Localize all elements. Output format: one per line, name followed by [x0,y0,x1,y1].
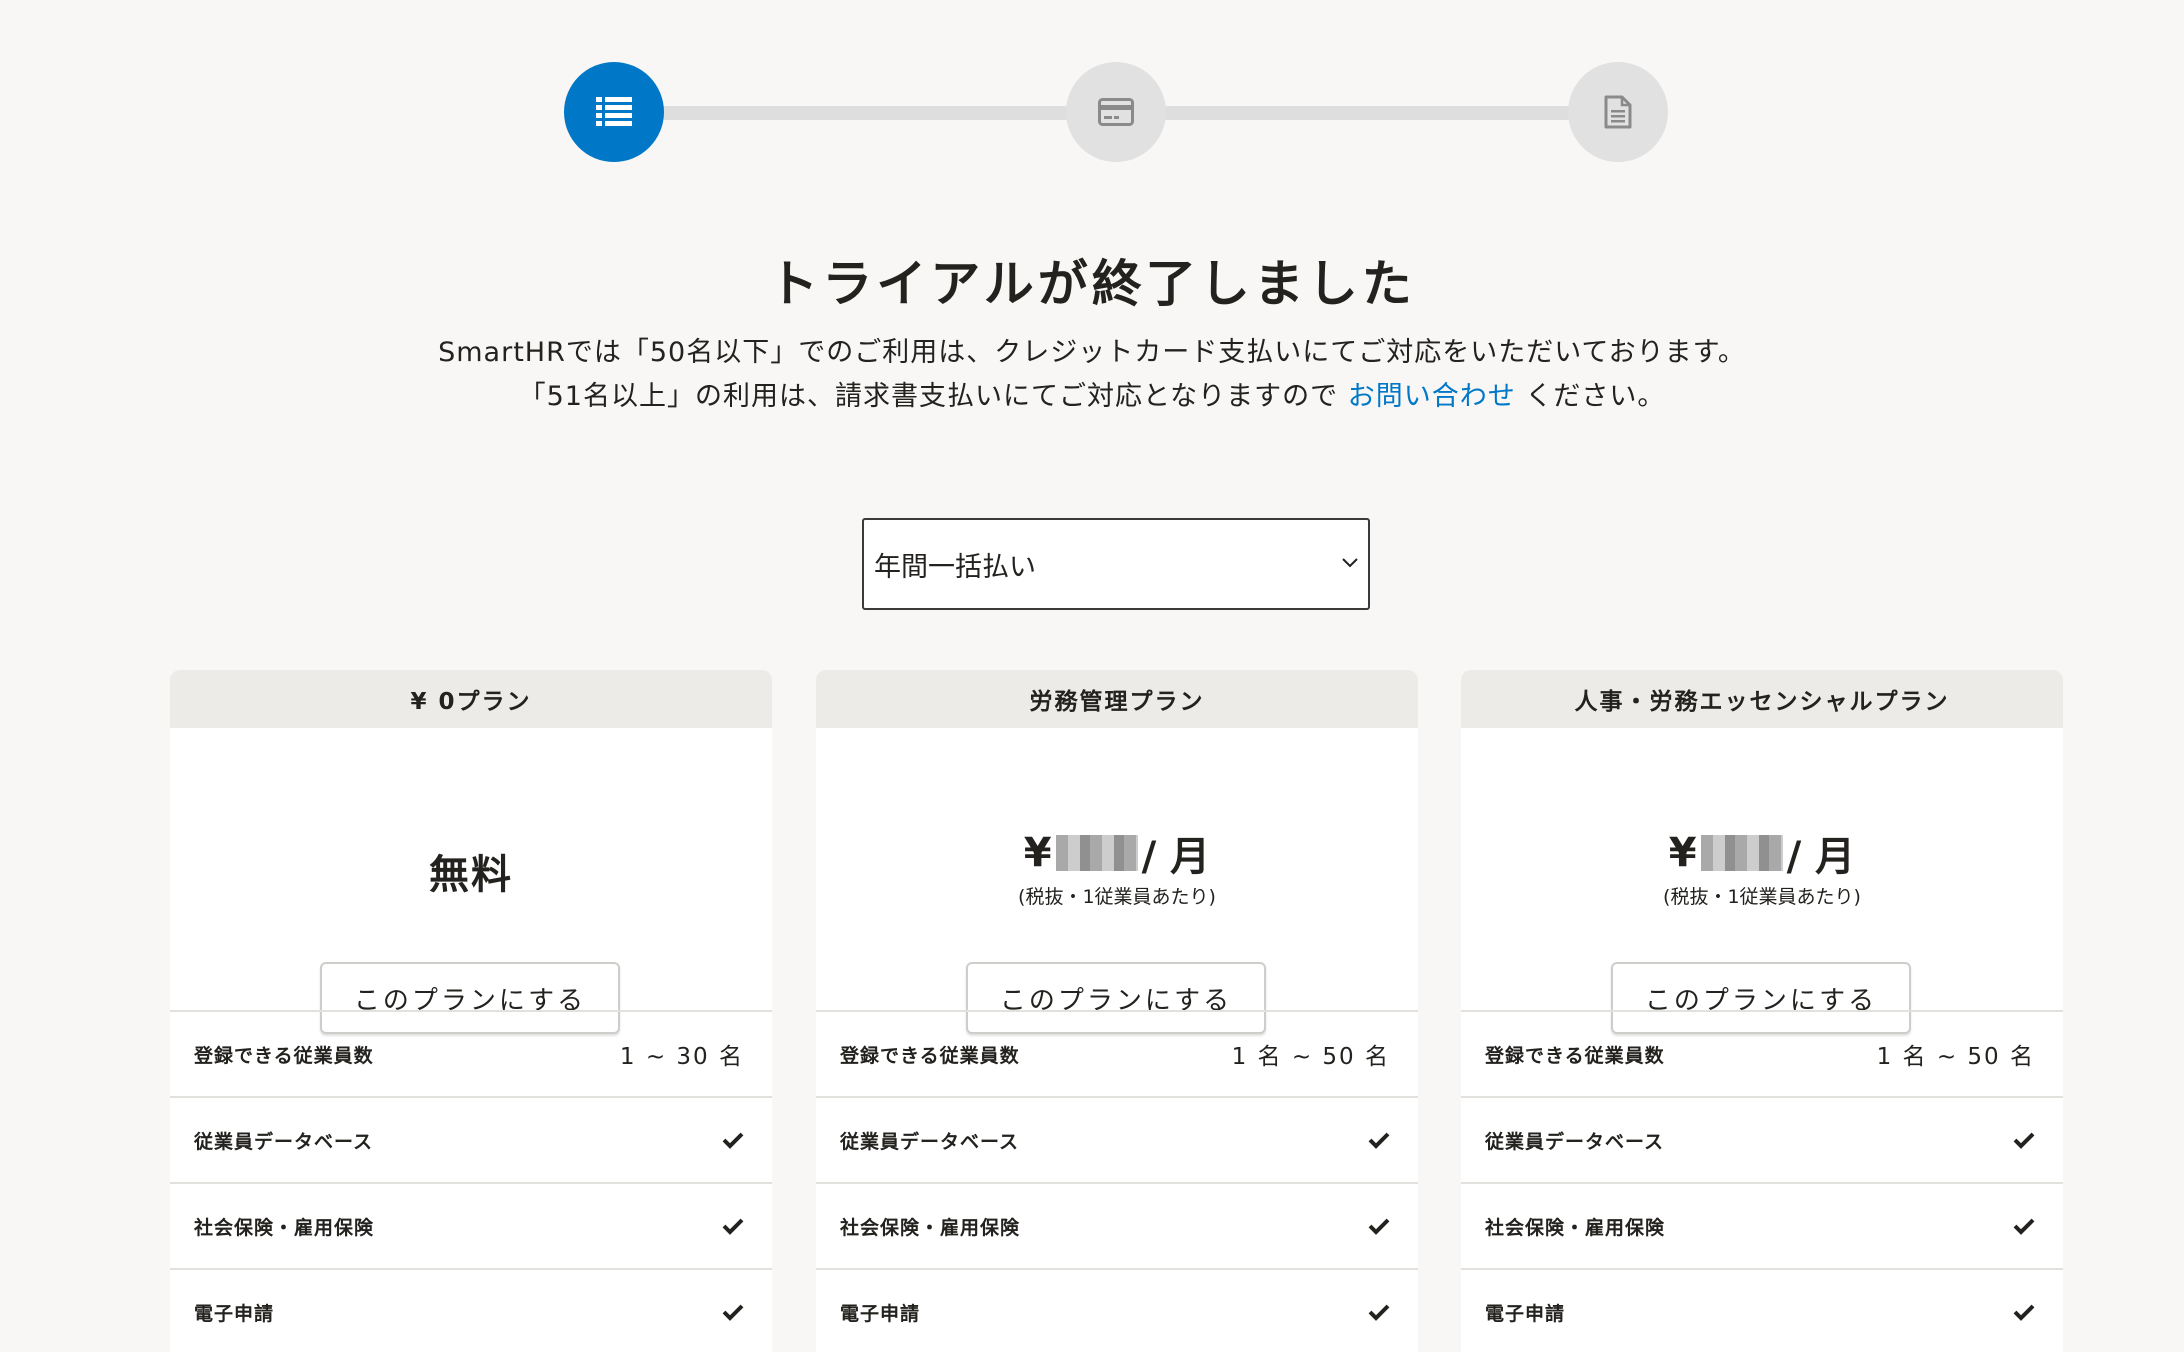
plan-feature-list: 登録できる従業員数 1 ~ 30 名 従業員データベース 社会保険・雇用保険 電… [170,1010,772,1352]
plan-feature-list: 登録できる従業員数 1 名 ~ 50 名 従業員データベース 社会保険・雇用保険… [816,1010,1418,1352]
page-title: トライアルが終了しました [768,255,1416,313]
plan-price: ¥ / 月 [816,824,1418,882]
feature-label: 登録できる従業員数 [1485,1044,1665,1067]
feature-row: 従業員データベース [170,1098,772,1184]
price-note: (税抜・1従業員あたり) [1018,886,1216,908]
check-icon [1368,1304,1390,1321]
price-unit: / 月 [1786,834,1856,880]
contact-link[interactable]: お問い合わせ [1348,381,1516,412]
billing-period-select[interactable]: 年間一括払い [862,518,1370,610]
feature-row: 電子申請 [816,1270,1418,1352]
feature-label: 電子申請 [1485,1302,1566,1325]
feature-row: 電子申請 [1461,1270,2063,1352]
feature-label: 従業員データベース [840,1130,1020,1153]
price-redacted [1055,835,1138,871]
step-payment [1066,62,1166,162]
feature-value: 1 名 ~ 50 名 [1876,1044,2035,1070]
plan-price-area: ¥ / 月 (税抜・1従業員あたり) このプランにする [1461,728,2063,1034]
check-icon [2013,1132,2035,1149]
feature-row: 登録できる従業員数 1 ~ 30 名 [170,1012,772,1098]
feature-row: 社会保険・雇用保険 [1461,1184,2063,1270]
plan-name: 労務管理プラン [816,670,1418,728]
feature-row: 電子申請 [170,1270,772,1352]
description-line-1: SmartHRでは「50名以下」でのご利用は、クレジットカード支払いにてご対応を… [438,337,1746,368]
description-text: 「51名以上」の利用は、請求書支払いにてご対応となりますので [518,381,1339,412]
stepper-connector [1134,106,1570,120]
plan-card-essential: 人事・労務エッセンシャルプラン ¥ / 月 (税抜・1従業員あたり) このプラン… [1461,670,2063,1352]
feature-label: 電子申請 [840,1302,921,1325]
list-icon [596,97,632,126]
check-icon [2013,1304,2035,1321]
plan-card-free: ¥ 0プラン 無料 このプランにする 登録できる従業員数 1 ~ 30 名 従業… [170,670,772,1352]
description-text: ください。 [1525,381,1666,412]
price-redacted [1700,835,1783,871]
stepper-connector [634,106,1070,120]
feature-label: 従業員データベース [194,1130,374,1153]
feature-row: 従業員データベース [816,1098,1418,1184]
feature-value: 1 ~ 30 名 [619,1044,744,1070]
feature-value: 1 名 ~ 50 名 [1231,1044,1390,1070]
step-complete [1568,62,1668,162]
check-icon [722,1132,744,1149]
document-icon [1604,95,1632,129]
feature-label: 登録できる従業員数 [194,1044,374,1067]
plan-card-labor: 労務管理プラン ¥ / 月 (税抜・1従業員あたり) このプランにする 登録でき… [816,670,1418,1352]
feature-label: 登録できる従業員数 [840,1044,1020,1067]
billing-period-value: 年間一括払い [874,551,1036,583]
check-icon [1368,1218,1390,1235]
plan-feature-list: 登録できる従業員数 1 名 ~ 50 名 従業員データベース 社会保険・雇用保険… [1461,1010,2063,1352]
plan-name: 人事・労務エッセンシャルプラン [1461,670,2063,728]
plan-name: ¥ 0プラン [170,670,772,728]
feature-row: 登録できる従業員数 1 名 ~ 50 名 [1461,1012,2063,1098]
check-icon [722,1218,744,1235]
feature-row: 社会保険・雇用保険 [170,1184,772,1270]
feature-label: 電子申請 [194,1302,275,1325]
description-line-2: 「51名以上」の利用は、請求書支払いにてご対応となりますので お問い合わせ くだ… [0,374,2184,413]
plan-price: ¥ / 月 [1461,824,2063,882]
price-currency: ¥ [1023,830,1052,876]
step-plan [564,62,664,162]
feature-row: 社会保険・雇用保険 [816,1184,1418,1270]
plan-price-area: ¥ / 月 (税抜・1従業員あたり) このプランにする [816,728,1418,1034]
feature-label: 社会保険・雇用保険 [1485,1216,1666,1239]
chevron-down-icon [1342,558,1358,568]
credit-card-icon [1098,98,1134,126]
feature-label: 従業員データベース [1485,1130,1665,1153]
feature-label: 社会保険・雇用保険 [840,1216,1021,1239]
feature-row: 登録できる従業員数 1 名 ~ 50 名 [816,1012,1418,1098]
check-icon [1368,1132,1390,1149]
plan-price-area: 無料 このプランにする [170,728,772,1034]
check-icon [722,1304,744,1321]
price-note: (税抜・1従業員あたり) [1663,886,1861,908]
price-unit: / 月 [1141,834,1211,880]
feature-label: 社会保険・雇用保険 [194,1216,375,1239]
plan-selection-page: トライアルが終了しました SmartHRでは「50名以下」でのご利用は、クレジッ… [0,0,2184,1352]
progress-stepper [564,62,1668,162]
price-currency: ¥ [1668,830,1697,876]
check-icon [2013,1218,2035,1235]
plan-price: 無料 [429,852,513,898]
feature-row: 従業員データベース [1461,1098,2063,1184]
